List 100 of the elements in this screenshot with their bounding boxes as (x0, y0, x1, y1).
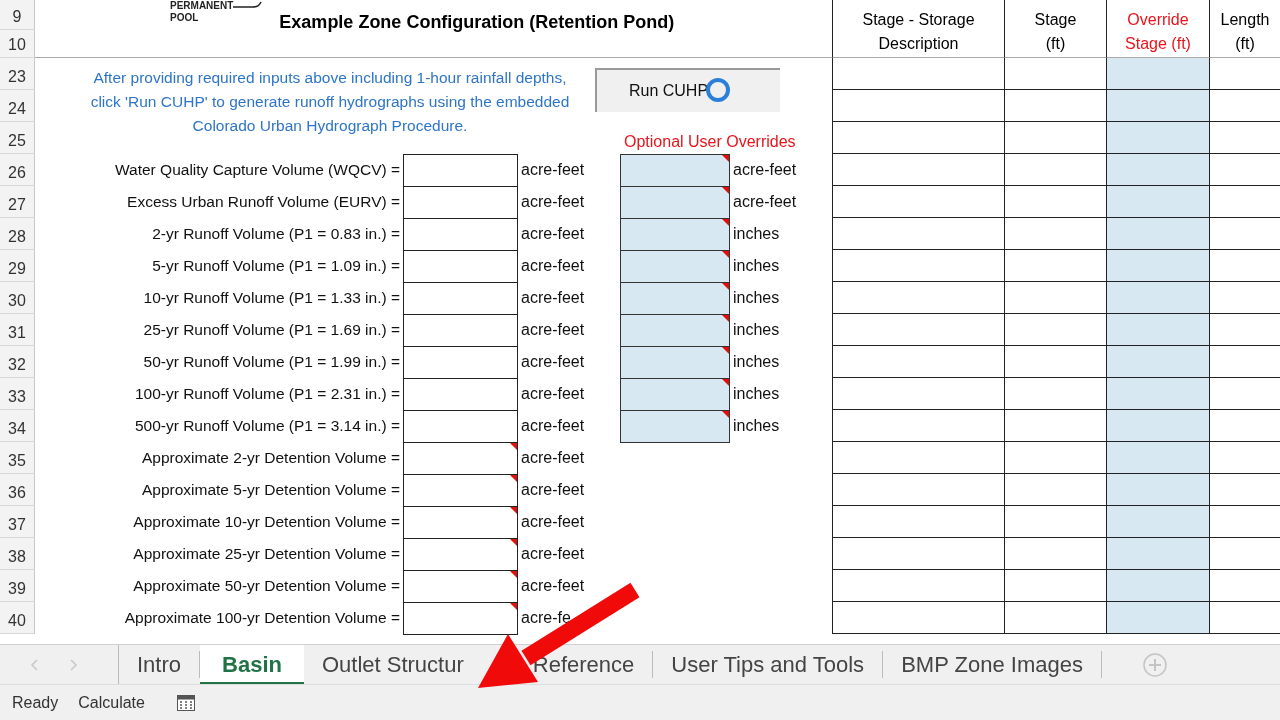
sheet-tab[interactable]: Intro (137, 651, 182, 678)
table-cell[interactable] (1106, 122, 1209, 154)
table-cell[interactable] (1106, 442, 1209, 474)
table-cell[interactable] (832, 474, 1004, 506)
sheet-tab[interactable]: BMP Zone Images (901, 651, 1083, 678)
table-cell[interactable] (1106, 570, 1209, 602)
row-header[interactable]: 24 (0, 90, 35, 122)
table-cell[interactable] (1106, 346, 1209, 378)
sheet-tab[interactable]: Outlet Structur (321, 651, 464, 678)
volume-field[interactable] (403, 186, 518, 219)
table-cell[interactable] (832, 90, 1004, 122)
calculator-icon[interactable] (176, 694, 195, 711)
table-cell[interactable] (1209, 154, 1280, 186)
override-field[interactable] (620, 346, 730, 379)
table-cell[interactable] (1209, 122, 1280, 154)
table-cell[interactable] (832, 442, 1004, 474)
volume-field[interactable] (403, 346, 518, 379)
table-cell[interactable] (832, 218, 1004, 250)
table-cell[interactable] (1209, 218, 1280, 250)
table-cell[interactable] (1106, 90, 1209, 122)
row-header[interactable]: 39 (0, 570, 35, 602)
volume-field[interactable] (403, 442, 518, 475)
volume-field[interactable] (403, 218, 518, 251)
override-field[interactable] (620, 186, 730, 219)
table-cell[interactable] (1106, 314, 1209, 346)
table-cell[interactable] (832, 602, 1004, 634)
table-cell[interactable] (1209, 538, 1280, 570)
override-field[interactable] (620, 282, 730, 315)
table-cell[interactable] (832, 58, 1004, 90)
volume-field[interactable] (403, 154, 518, 187)
table-cell[interactable] (1209, 442, 1280, 474)
volume-field[interactable] (403, 570, 518, 603)
row-header[interactable]: 26 (0, 154, 35, 186)
volume-field[interactable] (403, 410, 518, 443)
table-cell[interactable] (832, 186, 1004, 218)
table-cell[interactable] (832, 570, 1004, 602)
run-cuhp-button[interactable]: Run CUHP (595, 68, 780, 112)
row-header[interactable]: 36 (0, 474, 35, 506)
table-cell[interactable] (1209, 58, 1280, 90)
row-header[interactable]: 10 (0, 30, 35, 58)
override-field[interactable] (620, 410, 730, 443)
volume-field[interactable] (403, 250, 518, 283)
table-cell[interactable] (832, 154, 1004, 186)
table-cell[interactable] (832, 314, 1004, 346)
table-cell[interactable] (1209, 570, 1280, 602)
table-cell[interactable] (832, 346, 1004, 378)
override-field[interactable] (620, 250, 730, 283)
table-cell[interactable] (1106, 474, 1209, 506)
row-header[interactable]: 9 (0, 0, 35, 30)
table-cell[interactable] (1209, 90, 1280, 122)
table-cell[interactable] (832, 122, 1004, 154)
table-cell[interactable] (1209, 602, 1280, 634)
volume-field[interactable] (403, 538, 518, 571)
table-cell[interactable] (1106, 602, 1209, 634)
table-cell[interactable] (1106, 506, 1209, 538)
volume-field[interactable] (403, 602, 518, 635)
row-header[interactable]: 34 (0, 410, 35, 442)
table-cell[interactable] (832, 378, 1004, 410)
row-header[interactable]: 40 (0, 602, 35, 634)
table-cell[interactable] (1209, 506, 1280, 538)
row-header[interactable]: 30 (0, 282, 35, 314)
row-header[interactable]: 37 (0, 506, 35, 538)
table-cell[interactable] (1106, 538, 1209, 570)
table-cell[interactable] (1106, 250, 1209, 282)
volume-field[interactable] (403, 474, 518, 507)
table-cell[interactable] (1106, 410, 1209, 442)
table-cell[interactable] (1106, 218, 1209, 250)
table-cell[interactable] (832, 506, 1004, 538)
table-cell[interactable] (1209, 474, 1280, 506)
sheet-tab[interactable]: User Tips and Tools (671, 651, 865, 678)
table-cell[interactable] (1209, 346, 1280, 378)
table-cell[interactable] (1106, 186, 1209, 218)
row-header[interactable]: 31 (0, 314, 35, 346)
volume-field[interactable] (403, 282, 518, 315)
volume-field[interactable] (403, 378, 518, 411)
table-cell[interactable] (1209, 378, 1280, 410)
row-header[interactable]: 23 (0, 58, 35, 90)
override-field[interactable] (620, 218, 730, 251)
override-field[interactable] (620, 378, 730, 411)
table-cell[interactable] (1106, 378, 1209, 410)
volume-field[interactable] (403, 506, 518, 539)
table-cell[interactable] (1106, 154, 1209, 186)
volume-field[interactable] (403, 314, 518, 347)
row-header[interactable]: 28 (0, 218, 35, 250)
table-cell[interactable] (832, 410, 1004, 442)
sheet-tab[interactable]: Basin (200, 645, 304, 684)
table-cell[interactable] (1209, 410, 1280, 442)
table-cell[interactable] (1209, 250, 1280, 282)
override-field[interactable] (620, 314, 730, 347)
row-header[interactable]: 32 (0, 346, 35, 378)
table-cell[interactable] (1106, 58, 1209, 90)
row-header[interactable]: 35 (0, 442, 35, 474)
row-header[interactable]: 25 (0, 122, 35, 154)
table-cell[interactable] (832, 538, 1004, 570)
row-header[interactable]: 38 (0, 538, 35, 570)
table-cell[interactable] (832, 250, 1004, 282)
table-cell[interactable] (1209, 282, 1280, 314)
row-header[interactable]: 29 (0, 250, 35, 282)
row-header[interactable]: 33 (0, 378, 35, 410)
table-cell[interactable] (832, 282, 1004, 314)
